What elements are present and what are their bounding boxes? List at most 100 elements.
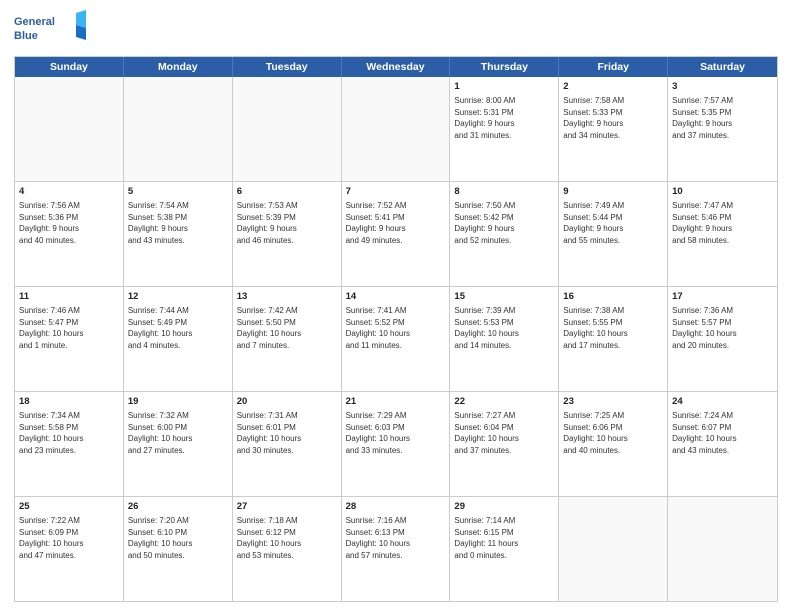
cell-date: 25: [19, 500, 119, 513]
calendar-row-0: 1 Sunrise: 8:00 AM Sunset: 5:31 PM Daylig…: [15, 77, 777, 182]
calendar-cell-2-2: 13 Sunrise: 7:42 AM Sunset: 5:50 PM Dayli…: [233, 287, 342, 391]
cell-date: 2: [563, 80, 663, 93]
calendar-cell-2-1: 12 Sunrise: 7:44 AM Sunset: 5:49 PM Dayli…: [124, 287, 233, 391]
cell-date: 24: [672, 395, 773, 408]
cell-date: 18: [19, 395, 119, 408]
calendar-cell-4-1: 26 Sunrise: 7:20 AM Sunset: 6:10 PM Dayli…: [124, 497, 233, 601]
cell-date: 9: [563, 185, 663, 198]
calendar-cell-2-0: 11 Sunrise: 7:46 AM Sunset: 5:47 PM Dayli…: [15, 287, 124, 391]
calendar-cell-1-5: 9 Sunrise: 7:49 AM Sunset: 5:44 PM Daylig…: [559, 182, 668, 286]
calendar-cell-0-4: 1 Sunrise: 8:00 AM Sunset: 5:31 PM Daylig…: [450, 77, 559, 181]
cell-info: Sunrise: 7:44 AM Sunset: 5:49 PM Dayligh…: [128, 305, 228, 351]
cell-date: 13: [237, 290, 337, 303]
calendar-row-2: 11 Sunrise: 7:46 AM Sunset: 5:47 PM Dayli…: [15, 287, 777, 392]
header-day-thursday: Thursday: [450, 57, 559, 77]
calendar-row-4: 25 Sunrise: 7:22 AM Sunset: 6:09 PM Dayli…: [15, 497, 777, 601]
cell-date: 27: [237, 500, 337, 513]
cell-info: Sunrise: 7:58 AM Sunset: 5:33 PM Dayligh…: [563, 95, 663, 141]
cell-info: Sunrise: 7:54 AM Sunset: 5:38 PM Dayligh…: [128, 200, 228, 246]
cell-info: Sunrise: 7:41 AM Sunset: 5:52 PM Dayligh…: [346, 305, 446, 351]
cell-date: 29: [454, 500, 554, 513]
cell-info: Sunrise: 7:36 AM Sunset: 5:57 PM Dayligh…: [672, 305, 773, 351]
calendar-cell-1-2: 6 Sunrise: 7:53 AM Sunset: 5:39 PM Daylig…: [233, 182, 342, 286]
cell-date: 15: [454, 290, 554, 303]
calendar-cell-4-0: 25 Sunrise: 7:22 AM Sunset: 6:09 PM Dayli…: [15, 497, 124, 601]
calendar-cell-2-3: 14Sunrise: 7:41 AM Sunset: 5:52 PM Dayli…: [342, 287, 451, 391]
calendar-cell-1-3: 7 Sunrise: 7:52 AM Sunset: 5:41 PM Daylig…: [342, 182, 451, 286]
cell-info: Sunrise: 7:14 AM Sunset: 6:15 PM Dayligh…: [454, 515, 554, 561]
cell-date: 23: [563, 395, 663, 408]
calendar-cell-1-4: 8Sunrise: 7:50 AM Sunset: 5:42 PM Daylig…: [450, 182, 559, 286]
cell-date: 6: [237, 185, 337, 198]
cell-info: Sunrise: 7:57 AM Sunset: 5:35 PM Dayligh…: [672, 95, 773, 141]
page: General Blue SundayMondayTuesdayWednesda…: [0, 0, 792, 612]
cell-info: Sunrise: 7:38 AM Sunset: 5:55 PM Dayligh…: [563, 305, 663, 351]
cell-date: 26: [128, 500, 228, 513]
calendar-cell-2-6: 17Sunrise: 7:36 AM Sunset: 5:57 PM Dayli…: [668, 287, 777, 391]
header-day-wednesday: Wednesday: [342, 57, 451, 77]
calendar-cell-4-5: [559, 497, 668, 601]
calendar-cell-1-0: 4Sunrise: 7:56 AM Sunset: 5:36 PM Daylig…: [15, 182, 124, 286]
calendar-cell-0-0: [15, 77, 124, 181]
calendar-header-row: SundayMondayTuesdayWednesdayThursdayFrid…: [15, 57, 777, 77]
cell-date: 1: [454, 80, 554, 93]
calendar-cell-0-2: [233, 77, 342, 181]
header: General Blue: [14, 10, 778, 50]
cell-info: Sunrise: 7:25 AM Sunset: 6:06 PM Dayligh…: [563, 410, 663, 456]
calendar-row-3: 18 Sunrise: 7:34 AM Sunset: 5:58 PM Dayli…: [15, 392, 777, 497]
cell-info: Sunrise: 7:32 AM Sunset: 6:00 PM Dayligh…: [128, 410, 228, 456]
calendar: SundayMondayTuesdayWednesdayThursdayFrid…: [14, 56, 778, 602]
calendar-cell-4-6: [668, 497, 777, 601]
cell-info: Sunrise: 7:53 AM Sunset: 5:39 PM Dayligh…: [237, 200, 337, 246]
cell-info: Sunrise: 8:00 AM Sunset: 5:31 PM Dayligh…: [454, 95, 554, 141]
cell-info: Sunrise: 7:27 AM Sunset: 6:04 PM Dayligh…: [454, 410, 554, 456]
cell-info: Sunrise: 7:39 AM Sunset: 5:53 PM Dayligh…: [454, 305, 554, 351]
cell-info: Sunrise: 7:34 AM Sunset: 5:58 PM Dayligh…: [19, 410, 119, 456]
cell-date: 7: [346, 185, 446, 198]
cell-date: 16: [563, 290, 663, 303]
cell-date: 5: [128, 185, 228, 198]
calendar-cell-1-1: 5 Sunrise: 7:54 AM Sunset: 5:38 PM Daylig…: [124, 182, 233, 286]
calendar-cell-2-4: 15 Sunrise: 7:39 AM Sunset: 5:53 PM Dayli…: [450, 287, 559, 391]
svg-text:Blue: Blue: [14, 30, 38, 42]
cell-info: Sunrise: 7:22 AM Sunset: 6:09 PM Dayligh…: [19, 515, 119, 561]
calendar-body: 1 Sunrise: 8:00 AM Sunset: 5:31 PM Daylig…: [15, 77, 777, 601]
cell-date: 21: [346, 395, 446, 408]
calendar-cell-0-6: 3 Sunrise: 7:57 AM Sunset: 5:35 PM Daylig…: [668, 77, 777, 181]
cell-info: Sunrise: 7:20 AM Sunset: 6:10 PM Dayligh…: [128, 515, 228, 561]
cell-info: Sunrise: 7:46 AM Sunset: 5:47 PM Dayligh…: [19, 305, 119, 351]
cell-date: 20: [237, 395, 337, 408]
calendar-cell-0-1: [124, 77, 233, 181]
header-day-friday: Friday: [559, 57, 668, 77]
cell-info: Sunrise: 7:42 AM Sunset: 5:50 PM Dayligh…: [237, 305, 337, 351]
cell-date: 8: [454, 185, 554, 198]
calendar-cell-3-4: 22Sunrise: 7:27 AM Sunset: 6:04 PM Dayli…: [450, 392, 559, 496]
calendar-cell-0-5: 2 Sunrise: 7:58 AM Sunset: 5:33 PM Daylig…: [559, 77, 668, 181]
cell-info: Sunrise: 7:18 AM Sunset: 6:12 PM Dayligh…: [237, 515, 337, 561]
calendar-row-1: 4Sunrise: 7:56 AM Sunset: 5:36 PM Daylig…: [15, 182, 777, 287]
svg-text:General: General: [14, 16, 55, 28]
logo-svg: General Blue: [14, 10, 94, 50]
calendar-cell-3-0: 18 Sunrise: 7:34 AM Sunset: 5:58 PM Dayli…: [15, 392, 124, 496]
calendar-cell-0-3: [342, 77, 451, 181]
cell-date: 4: [19, 185, 119, 198]
header-day-sunday: Sunday: [15, 57, 124, 77]
calendar-cell-3-3: 21 Sunrise: 7:29 AM Sunset: 6:03 PM Dayli…: [342, 392, 451, 496]
cell-date: 3: [672, 80, 773, 93]
cell-date: 10: [672, 185, 773, 198]
calendar-cell-3-2: 20Sunrise: 7:31 AM Sunset: 6:01 PM Dayli…: [233, 392, 342, 496]
cell-info: Sunrise: 7:49 AM Sunset: 5:44 PM Dayligh…: [563, 200, 663, 246]
cell-info: Sunrise: 7:52 AM Sunset: 5:41 PM Dayligh…: [346, 200, 446, 246]
cell-info: Sunrise: 7:24 AM Sunset: 6:07 PM Dayligh…: [672, 410, 773, 456]
calendar-cell-4-4: 29 Sunrise: 7:14 AM Sunset: 6:15 PM Dayli…: [450, 497, 559, 601]
header-day-saturday: Saturday: [668, 57, 777, 77]
cell-info: Sunrise: 7:29 AM Sunset: 6:03 PM Dayligh…: [346, 410, 446, 456]
cell-info: Sunrise: 7:16 AM Sunset: 6:13 PM Dayligh…: [346, 515, 446, 561]
cell-date: 11: [19, 290, 119, 303]
cell-date: 28: [346, 500, 446, 513]
header-day-tuesday: Tuesday: [233, 57, 342, 77]
cell-date: 12: [128, 290, 228, 303]
calendar-cell-3-6: 24 Sunrise: 7:24 AM Sunset: 6:07 PM Dayli…: [668, 392, 777, 496]
cell-date: 19: [128, 395, 228, 408]
header-day-monday: Monday: [124, 57, 233, 77]
